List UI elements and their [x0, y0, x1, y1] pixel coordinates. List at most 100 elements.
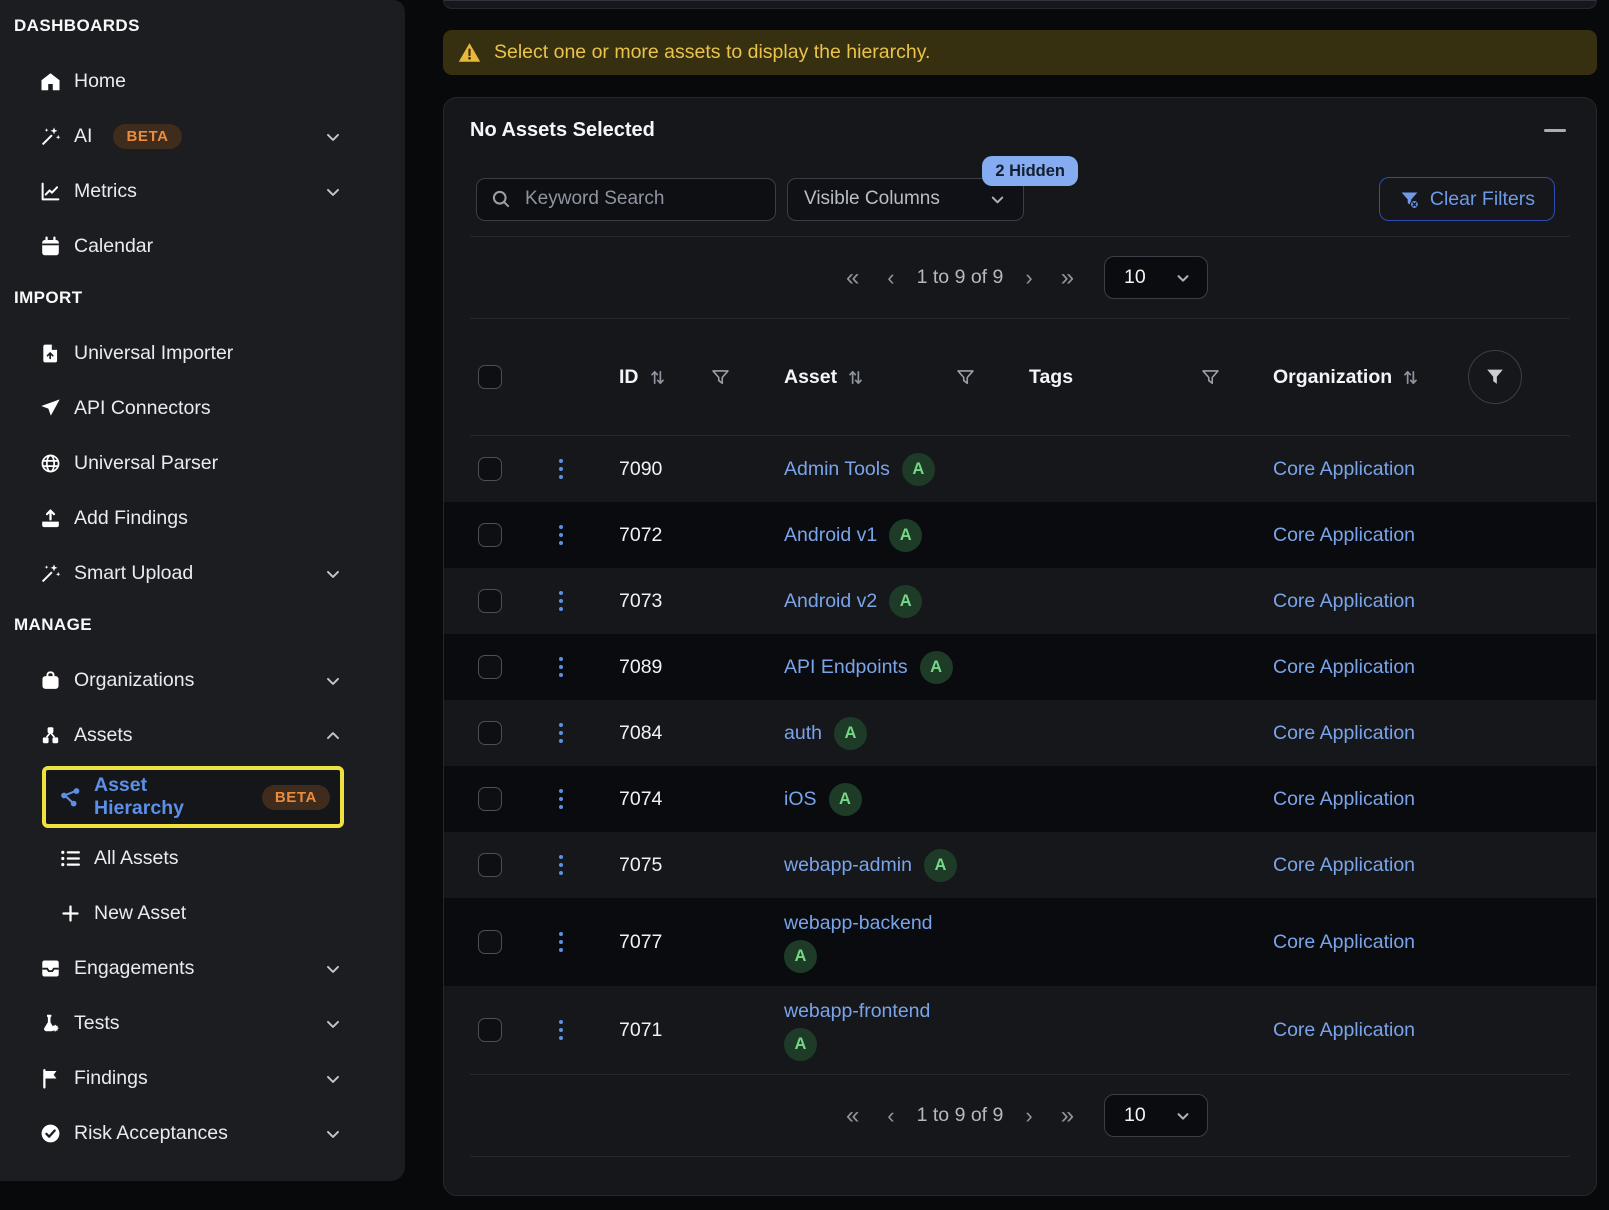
sort-organization-button[interactable]: Organization	[1273, 366, 1420, 389]
warning-banner: Select one or more assets to display the…	[443, 30, 1597, 75]
last-page-button[interactable]: »	[1047, 1104, 1088, 1128]
organization-link[interactable]: Core Application	[1273, 722, 1415, 745]
last-page-button[interactable]: »	[1047, 266, 1088, 290]
row-menu-kebab-icon[interactable]	[555, 719, 568, 748]
next-page-button[interactable]: ›	[1011, 1105, 1046, 1127]
sidebar-item-engagements[interactable]: Engagements	[14, 941, 405, 996]
header-asset-cell: Asset	[755, 366, 1000, 389]
visible-columns-dropdown[interactable]: Visible Columns 2 Hidden	[787, 178, 1024, 221]
asset-link[interactable]: auth	[784, 722, 822, 745]
assets-icon	[40, 725, 61, 746]
sidebar-item-tests[interactable]: Tests	[14, 996, 405, 1051]
row-checkbox[interactable]	[478, 523, 502, 547]
row-menu-kebab-icon[interactable]	[555, 587, 568, 616]
row-menu-kebab-icon[interactable]	[555, 455, 568, 484]
organization-link[interactable]: Core Application	[1273, 854, 1415, 877]
file-import-icon	[40, 343, 61, 364]
sort-asset-button[interactable]: Asset	[784, 366, 865, 389]
sidebar-item-organizations[interactable]: Organizations	[14, 653, 405, 708]
row-checkbox[interactable]	[478, 853, 502, 877]
tier-badge: A	[834, 717, 867, 750]
row-checkbox[interactable]	[478, 721, 502, 745]
send-icon	[40, 398, 61, 419]
sidebar-item-risk-acceptances[interactable]: Risk Acceptances	[14, 1106, 405, 1161]
tier-badge: A	[902, 453, 935, 486]
asset-id: 7090	[619, 458, 662, 480]
first-page-button[interactable]: «	[832, 1104, 873, 1128]
organization-link[interactable]: Core Application	[1273, 931, 1415, 954]
row-checkbox[interactable]	[478, 589, 502, 613]
asset-link[interactable]: API Endpoints	[784, 656, 908, 679]
row-menu-kebab-icon[interactable]	[555, 785, 568, 814]
organization-link[interactable]: Core Application	[1273, 656, 1415, 679]
tier-badge: A	[920, 651, 953, 684]
asset-link[interactable]: webapp-frontend	[784, 1000, 930, 1023]
select-all-checkbox[interactable]	[478, 365, 502, 389]
sidebar-item-label: All Assets	[94, 847, 179, 870]
row-menu-kebab-icon[interactable]	[555, 928, 568, 957]
row-menu-kebab-icon[interactable]	[555, 1016, 568, 1045]
sidebar-item-asset-hierarchy[interactable]: Asset Hierarchy BETA	[46, 770, 340, 824]
sort-id-button[interactable]: ID	[619, 366, 667, 389]
sidebar-item-label: New Asset	[94, 902, 186, 925]
organization-link[interactable]: Core Application	[1273, 1019, 1415, 1042]
page-size-select[interactable]: 10	[1104, 1094, 1208, 1137]
sidebar: DASHBOARDS Home AI BETA Metrics Calendar…	[0, 0, 405, 1181]
row-checkbox[interactable]	[478, 787, 502, 811]
row-checkbox[interactable]	[478, 930, 502, 954]
row-menu-kebab-icon[interactable]	[555, 521, 568, 550]
keyword-search-box[interactable]	[476, 178, 776, 221]
asset-link[interactable]: iOS	[784, 788, 817, 811]
chevron-down-icon	[323, 1069, 343, 1089]
organization-link[interactable]: Core Application	[1273, 590, 1415, 613]
first-page-button[interactable]: «	[832, 266, 873, 290]
sidebar-item-calendar[interactable]: Calendar	[14, 219, 405, 274]
table-filter-button[interactable]	[1468, 350, 1522, 404]
clear-filters-button[interactable]: Clear Filters	[1379, 177, 1555, 221]
filter-id-button[interactable]	[710, 367, 731, 388]
sidebar-item-smart-upload[interactable]: Smart Upload	[14, 546, 405, 601]
table-row: 7084 authA Core Application	[444, 700, 1596, 766]
sidebar-item-home[interactable]: Home	[14, 54, 405, 109]
organization-link[interactable]: Core Application	[1273, 524, 1415, 547]
header-checkbox-cell	[444, 365, 532, 389]
sidebar-item-all-assets[interactable]: All Assets	[14, 831, 405, 886]
collapse-panel-button[interactable]	[1544, 129, 1566, 132]
asset-link[interactable]: Admin Tools	[784, 458, 890, 481]
sidebar-item-api-connectors[interactable]: API Connectors	[14, 381, 405, 436]
filter-asset-button[interactable]	[955, 367, 976, 388]
filter-tags-button[interactable]	[1200, 367, 1221, 388]
asset-link[interactable]: webapp-backend	[784, 912, 933, 935]
sidebar-item-universal-parser[interactable]: Universal Parser	[14, 436, 405, 491]
sidebar-item-universal-importer[interactable]: Universal Importer	[14, 326, 405, 381]
row-checkbox[interactable]	[478, 1018, 502, 1042]
sidebar-item-metrics[interactable]: Metrics	[14, 164, 405, 219]
tier-badge: A	[889, 519, 922, 552]
asset-link[interactable]: Android v2	[784, 590, 877, 613]
column-label-organization: Organization	[1273, 366, 1392, 389]
keyword-search-input[interactable]	[523, 187, 761, 211]
previous-page-button[interactable]: ‹	[873, 267, 908, 289]
sidebar-item-findings[interactable]: Findings	[14, 1051, 405, 1106]
sidebar-item-assets[interactable]: Assets	[14, 708, 405, 763]
chevron-down-icon	[323, 1124, 343, 1144]
asset-link[interactable]: webapp-admin	[784, 854, 912, 877]
row-checkbox[interactable]	[478, 655, 502, 679]
row-menu-kebab-icon[interactable]	[555, 653, 568, 682]
asset-link[interactable]: Android v1	[784, 524, 877, 547]
chevron-down-icon	[1174, 1107, 1192, 1125]
row-checkbox[interactable]	[478, 457, 502, 481]
next-page-button[interactable]: ›	[1011, 267, 1046, 289]
sidebar-item-add-findings[interactable]: Add Findings	[14, 491, 405, 546]
organization-link[interactable]: Core Application	[1273, 788, 1415, 811]
sidebar-item-ai[interactable]: AI BETA	[14, 109, 405, 164]
organization-link[interactable]: Core Application	[1273, 458, 1415, 481]
column-label-tags: Tags	[1029, 366, 1073, 389]
sidebar-item-label: Findings	[74, 1067, 148, 1090]
page-size-select[interactable]: 10	[1104, 256, 1208, 299]
chevron-down-icon	[323, 1014, 343, 1034]
warning-icon	[458, 41, 481, 64]
row-menu-kebab-icon[interactable]	[555, 851, 568, 880]
previous-page-button[interactable]: ‹	[873, 1105, 908, 1127]
sidebar-item-new-asset[interactable]: New Asset	[14, 886, 405, 941]
